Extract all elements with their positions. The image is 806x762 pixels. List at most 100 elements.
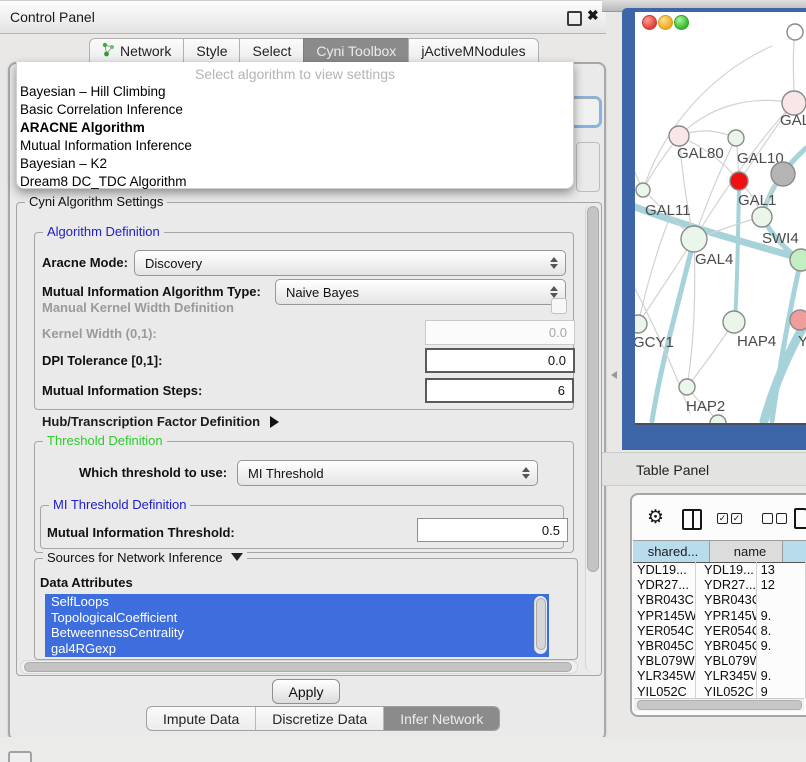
manual-kernel-checkbox[interactable] [551, 298, 567, 314]
dpi-tolerance-field[interactable]: 0.0 [425, 348, 575, 373]
attribute-betweennesscentrality[interactable]: BetweennessCentrality [45, 625, 549, 641]
network-edge[interactable] [638, 222, 668, 324]
network-node-gal4[interactable] [681, 226, 707, 252]
mi-threshold-label: Mutual Information Threshold: [47, 525, 235, 540]
network-node-gal1[interactable] [752, 207, 772, 227]
table-cell: YDL19... [696, 562, 757, 577]
aracne-mode-select[interactable]: Discovery [134, 250, 566, 276]
table-row[interactable]: YPR145WYPR145W9. [633, 608, 806, 623]
close-icon[interactable]: ✖ [587, 7, 599, 24]
tab-style[interactable]: Style [183, 38, 240, 62]
table-row[interactable]: YDL19...YDL19...13 [633, 562, 806, 577]
table-cell [757, 653, 806, 668]
mac-zoom-icon[interactable] [674, 15, 689, 30]
network-edge-highlighted[interactable] [735, 190, 739, 322]
algorithm-option-basic-correlation-inference[interactable]: Basic Correlation Inference [17, 101, 573, 119]
mac-minimize-icon[interactable] [658, 15, 673, 30]
table-cell: YBR045C [696, 638, 757, 653]
sources-group-title[interactable]: Sources for Network Inference [43, 550, 247, 565]
network-node-gcy1[interactable] [635, 315, 647, 333]
network-node-hap4[interactable] [723, 311, 745, 333]
column-header-name[interactable]: name [710, 541, 783, 562]
settings-horizontal-scrollbar[interactable] [20, 660, 578, 674]
status-area [0, 737, 806, 762]
control-panel-tabs: NetworkStyleSelectCyni ToolboxjActiveMNo… [89, 38, 539, 62]
table-row[interactable]: YIL052CYIL052C9 [633, 684, 806, 699]
hub-transcription-factor-expander[interactable]: Hub/Transcription Factor Definition [42, 414, 279, 429]
kernel-width-field[interactable]: 0.0 [425, 320, 575, 345]
network-edge[interactable] [643, 46, 772, 190]
table-row[interactable]: YBL079WYBL079W [633, 653, 806, 668]
attribute-selfloops[interactable]: SelfLoops [45, 594, 549, 610]
algorithm-option-bayesian-k2[interactable]: Bayesian – K2 [17, 155, 573, 173]
checked-checkbox-icon[interactable]: ✓ [717, 513, 728, 524]
algorithm-dropdown-placeholder: Select algorithm to view settings [17, 66, 573, 82]
column-header-a[interactable]: A [783, 541, 806, 562]
settings-horizontal-scrollbar-thumb[interactable] [24, 662, 572, 672]
network-node-swi4[interactable] [790, 249, 806, 271]
threshold-definition-title: Threshold Definition [43, 433, 167, 448]
application-window: Control Panel ✖ NetworkStyleSelectCyni T… [0, 0, 806, 762]
table-cell: YIL052C [633, 684, 696, 699]
node-label-gal1: GAL1 [738, 192, 776, 209]
tab-cyni-toolbox[interactable]: Cyni Toolbox [303, 38, 409, 62]
tab-discretize-data[interactable]: Discretize Data [255, 707, 383, 730]
settings-vertical-scrollbar-thumb[interactable] [587, 206, 599, 572]
table-row[interactable]: YBR043CYBR043C [633, 592, 806, 607]
mi-type-select[interactable]: Naive Bayes [275, 279, 566, 305]
algorithm-option-dream8-dc-tdc-algorithm[interactable]: Dream8 DC_TDC Algorithm [17, 173, 573, 191]
network-node[interactable] [771, 162, 795, 186]
sources-title-label: Sources for Network Inference [47, 550, 223, 565]
network-node[interactable] [730, 172, 748, 190]
tab-network[interactable]: Network [89, 38, 184, 62]
network-node[interactable] [710, 415, 726, 425]
document-icon[interactable] [794, 508, 806, 529]
kernel-width-label: Kernel Width (0,1): [42, 326, 157, 341]
algorithm-option-bayesian-hill-climbing[interactable]: Bayesian – Hill Climbing [17, 83, 573, 101]
attributes-list-scrollbar[interactable] [534, 596, 547, 654]
mi-steps-field[interactable]: 6 [425, 378, 574, 403]
unchecked-checkbox-icon[interactable] [776, 513, 787, 524]
table-horizontal-scrollbar-thumb[interactable] [637, 700, 802, 710]
network-node-gal11[interactable] [636, 183, 650, 197]
tab-select[interactable]: Select [239, 38, 304, 62]
table-row[interactable]: YDR27...YDR27...12 [633, 577, 806, 592]
column-header-shared[interactable]: shared... [633, 541, 710, 562]
network-node-gal10[interactable] [728, 130, 744, 146]
network-node[interactable] [787, 24, 803, 40]
apply-button[interactable]: Apply [272, 679, 340, 704]
algorithm-option-mutual-information-inference[interactable]: Mutual Information Inference [17, 137, 573, 155]
network-view-window[interactable]: GALGAL80GAL10GAL1GAL11GAL4SWI4GCY1HAP4YH… [622, 8, 806, 450]
unchecked-checkbox-icon[interactable] [762, 513, 773, 524]
network-node-hap2[interactable] [679, 379, 695, 395]
network-node-y[interactable] [790, 310, 806, 330]
table-cell: YER054C [633, 623, 696, 638]
settings-vertical-scrollbar[interactable] [585, 204, 600, 672]
data-attributes-list[interactable]: SelfLoopsTopologicalCoefficientBetweenne… [45, 594, 549, 657]
gear-icon[interactable]: ⚙ [647, 506, 664, 529]
mac-close-icon[interactable] [642, 15, 657, 30]
network-canvas[interactable]: GALGAL80GAL10GAL1GAL11GAL4SWI4GCY1HAP4YH… [635, 12, 806, 425]
tab-impute-data[interactable]: Impute Data [147, 707, 255, 730]
table-row[interactable]: YLR345WYLR345W9. [633, 668, 806, 683]
attribute-topologicalcoefficient[interactable]: TopologicalCoefficient [45, 610, 549, 626]
tab-infer-network[interactable]: Infer Network [383, 707, 499, 730]
mi-type-label: Mutual Information Algorithm Type: [42, 284, 261, 299]
aracne-mode-label: Aracne Mode: [42, 255, 128, 270]
split-columns-icon[interactable] [682, 509, 702, 530]
network-node-gal80[interactable] [669, 126, 689, 146]
attribute-gal4rgexp[interactable]: gal4RGexp [45, 641, 549, 657]
tab-jactivemnodules[interactable]: jActiveMNodules [408, 38, 538, 62]
attributes-list-scrollbar-thumb[interactable] [536, 598, 546, 650]
algorithm-option-aracne-algorithm[interactable]: ARACNE Algorithm [17, 119, 573, 137]
stepper-arrows-icon [550, 286, 558, 298]
mi-threshold-field[interactable]: 0.5 [417, 518, 568, 542]
table-row[interactable]: YER054CYER054C8. [633, 623, 806, 638]
checked-checkbox-icon[interactable]: ✓ [731, 513, 742, 524]
float-window-icon[interactable] [567, 11, 582, 26]
network-edge[interactable] [687, 322, 734, 387]
which-threshold-select[interactable]: MI Threshold [237, 460, 538, 486]
splitter-collapse-icon[interactable] [611, 371, 617, 379]
table-row[interactable]: YBR045CYBR045C9. [633, 638, 806, 653]
minimized-panel-icon[interactable] [8, 751, 32, 762]
